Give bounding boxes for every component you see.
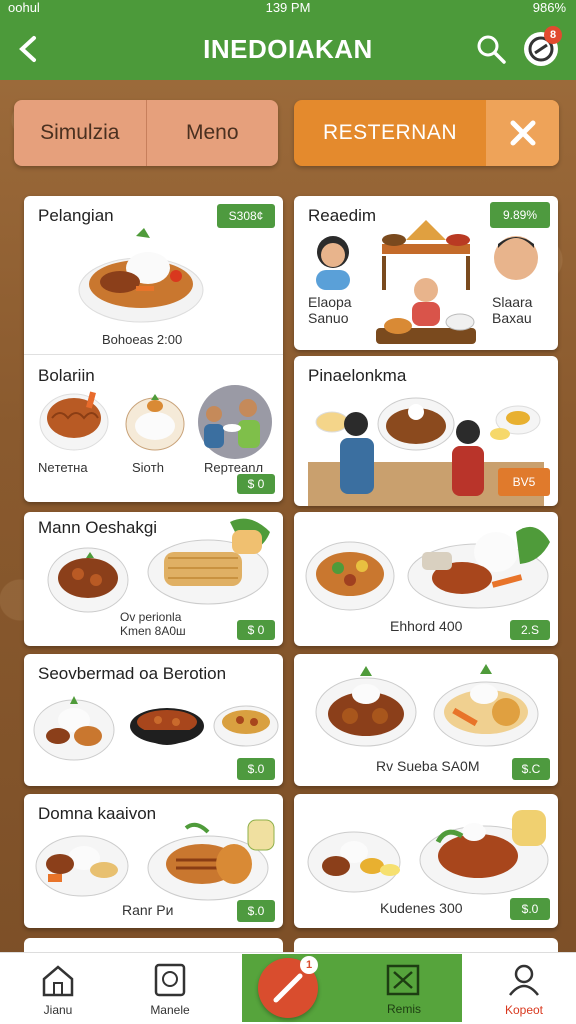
app-header: INEDOIAKAN 8 (0, 18, 576, 80)
salad-bowl-image (305, 541, 395, 611)
menu-card[interactable]: Rv Sueba SA0M $.C (294, 654, 558, 786)
nav-profile[interactable]: Kopeot (476, 953, 572, 1024)
card-title: Seovbermad oa Berotion (38, 664, 227, 683)
segment-control: Simulzia Meno (14, 100, 278, 166)
grilled-platter-image (407, 526, 550, 609)
chicken-rice-image (307, 831, 401, 893)
price-badge: $.0 (510, 898, 550, 920)
card-title: Bolariin (38, 366, 95, 385)
battery-label: 986% (532, 0, 566, 15)
card-title: Mann Oeshakgi (38, 518, 158, 537)
nav-home[interactable]: Jianu (10, 953, 106, 1024)
card-caption: Ranr Pи (122, 902, 174, 918)
mixed-plate-image (33, 696, 115, 761)
fab-badge: 1 (300, 956, 318, 974)
people-serving-image (198, 385, 272, 459)
woman-avatar-image (316, 236, 350, 290)
status-bar: ᴏᴏhul 139 PM 986% (0, 0, 576, 18)
price-badge: 9.89% (490, 202, 550, 228)
menu-card[interactable]: Pelangian S308¢ Bohoeas 2:00 Bolariin Ne… (24, 196, 283, 502)
noodle-plate-image (433, 664, 539, 747)
search-icon (477, 35, 506, 64)
price-badge: $.0 (237, 758, 275, 780)
new-order-button[interactable]: 1 (258, 956, 318, 1018)
card-caption: Rv Sueba SA0M (376, 758, 480, 774)
dish-caption: Sioтh (132, 460, 164, 475)
menu-card[interactable]: Seovbermad oa Berotion $.0 (24, 654, 283, 786)
card-caption: Bohoeas 2:00 (102, 332, 183, 347)
nav-label: Jianu (43, 1003, 73, 1017)
dish-caption: Repтeanл (204, 460, 264, 475)
satay-bowl-image (315, 666, 417, 747)
avatar-caption: Elaора Sanuo (308, 294, 352, 326)
card-title: Reaedim (308, 206, 377, 225)
food-stall-image (376, 220, 476, 344)
menu-card[interactable]: Kudenes 300 $.0 (294, 794, 558, 928)
price-badge: 2.S (510, 620, 550, 640)
noodle-bowl-image (39, 391, 109, 451)
black-bowl-image (130, 708, 204, 745)
notification-button[interactable]: 8 (524, 26, 562, 66)
fried-dish-image (147, 819, 275, 901)
nav-label: Remis (386, 1002, 421, 1016)
card-caption: Kudenes 300 (380, 900, 463, 916)
nav-label: Manele (150, 1003, 190, 1017)
menu-book-icon (154, 963, 186, 997)
notification-badge: 8 (544, 26, 562, 44)
close-filter-button[interactable] (486, 100, 559, 166)
price-badge: S308¢ (217, 204, 275, 228)
card-caption: Ov perionla Kmen 8A0ш (120, 610, 186, 638)
card-title: Pelangian (38, 206, 114, 225)
avatar-caption: Slaara Baxau (492, 294, 533, 326)
restaurant-filter[interactable]: RESTERNAN (294, 100, 559, 166)
menu-card[interactable]: Domna kaaivon Ranr Pи $.0 (24, 794, 283, 928)
price-badge: $.C (512, 758, 550, 780)
dish-caption: Neтетна (38, 460, 88, 475)
menu-card[interactable]: Pinaelonkma BV5 (294, 356, 558, 506)
status-time: 139 PM (265, 0, 311, 15)
search-button[interactable] (474, 32, 508, 66)
rice-platter-image (35, 835, 129, 897)
rice-plate-image (78, 228, 204, 323)
nav-label: Kopeot (504, 1003, 544, 1017)
spring-roll-plate-image (147, 518, 270, 605)
segment-simulzia[interactable]: Simulzia (14, 100, 146, 166)
price-badge: $ 0 (237, 620, 275, 640)
nav-remis[interactable]: Remis (356, 952, 452, 1024)
cancel-box-icon (386, 964, 420, 996)
price-badge: $.0 (237, 900, 275, 922)
menu-card[interactable]: Reaedim 9.89% Elaора Sanuo Slaara Baxau (294, 196, 558, 350)
fried-chicken-plate-image (419, 810, 549, 895)
man-avatar-image (494, 236, 538, 280)
user-icon (509, 964, 539, 996)
menu-card[interactable]: Mann Oeshakgi Ov perionla Kmen 8A0ш $ 0 (24, 512, 283, 646)
rice-bowl-image (125, 394, 185, 451)
card-divider (24, 354, 283, 355)
segment-meno[interactable]: Meno (145, 100, 279, 166)
card-title: Pinaelonkma (308, 366, 407, 385)
price-badge: BV5 (498, 468, 550, 496)
stew-bowl-image (47, 547, 129, 613)
restaurant-filter-label: RESTERNAN (322, 121, 458, 144)
curry-bowl-image (213, 705, 279, 747)
card-caption: Ehhord 400 (390, 618, 463, 634)
price-badge: $ 0 (237, 474, 275, 494)
card-title: Domna kaaivon (38, 804, 157, 823)
close-icon (510, 120, 535, 146)
nav-menu[interactable]: Manele (122, 953, 218, 1024)
home-icon (42, 965, 74, 997)
menu-card[interactable]: Ehhord 400 2.S (294, 512, 558, 646)
